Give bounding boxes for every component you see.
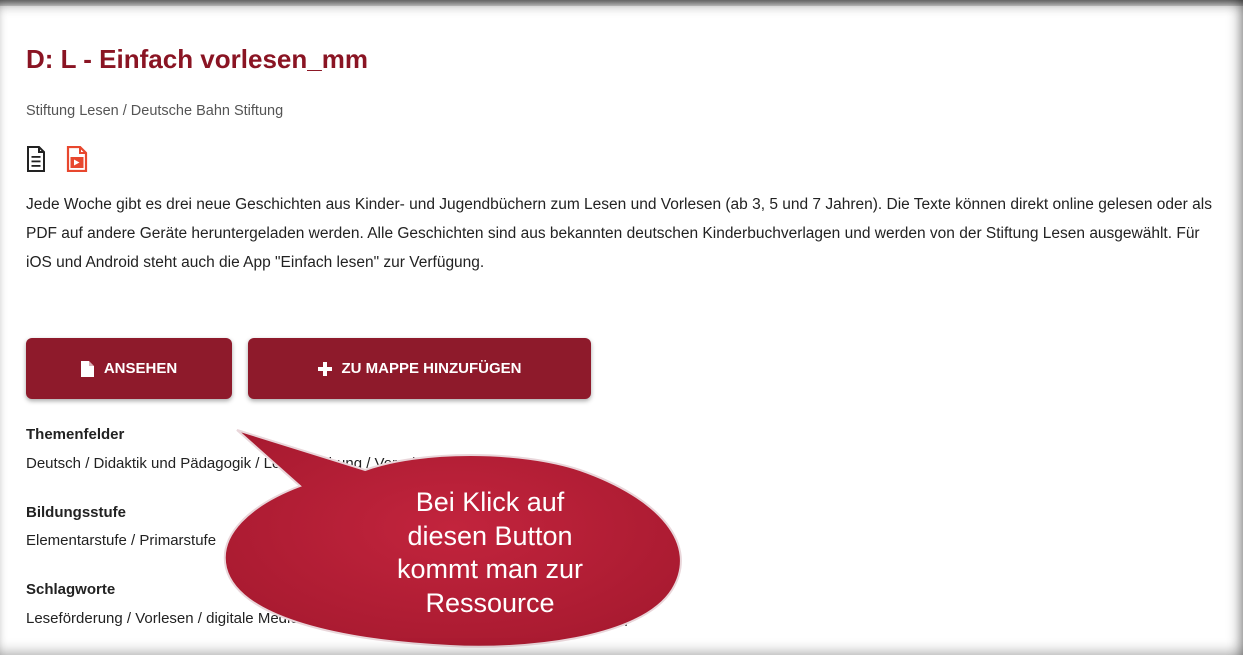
keywords-heading: Schlagworte (26, 581, 116, 598)
level-value: Elementarstufe / Primarstufe (26, 532, 217, 549)
level-heading: Bildungsstufe (26, 504, 126, 521)
topics-value: Deutsch / Didaktik und Pädagogik / Lesee… (26, 455, 465, 472)
file-icon (80, 360, 94, 377)
topics-heading: Themenfelder (26, 426, 125, 443)
callout-line: Ressource (425, 587, 555, 618)
view-button[interactable]: ANSEHEN (26, 338, 232, 399)
publisher: Stiftung Lesen / Deutsche Bahn Stiftung (26, 103, 284, 119)
callout-line: kommt man zur (396, 554, 584, 584)
resource-description: Jede Woche gibt es drei neue Geschichten… (26, 196, 1212, 271)
window-top-edge (0, 0, 1243, 6)
callout-line: Bei Klick auf (415, 487, 565, 517)
plus-icon (317, 361, 332, 376)
callout-text: Bei Klick auf diesen Button kommt man zu… (325, 486, 655, 620)
resource-title: D: L - Einfach vorlesen_mm (26, 44, 368, 74)
add-to-folder-button-label: ZU MAPPE HINZUFÜGEN (341, 360, 522, 377)
document-icon (26, 146, 46, 177)
view-button-label: ANSEHEN (103, 360, 178, 377)
callout-line: diesen Button (407, 520, 573, 551)
video-icon (66, 145, 88, 177)
add-to-folder-button[interactable]: ZU MAPPE HINZUFÜGEN (248, 338, 591, 399)
